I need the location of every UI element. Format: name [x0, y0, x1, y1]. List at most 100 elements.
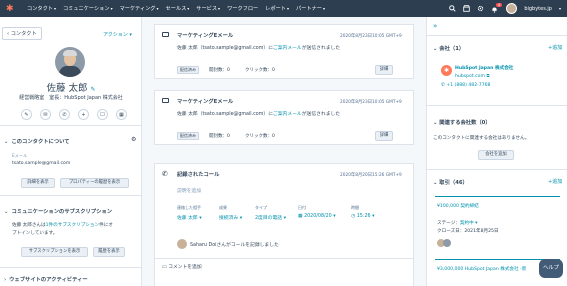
nav-automation[interactable]: ワークフロー — [227, 5, 258, 12]
actions-dropdown[interactable]: アクション ▾ — [103, 31, 132, 38]
chevron-down-icon: ⌄ — [4, 139, 9, 145]
hubspot-logo-icon[interactable]: ✱ — [6, 4, 20, 14]
property-history-button[interactable]: プロパティーの履歴を表示 — [60, 178, 129, 188]
subscription-section-header[interactable]: ⌄ コミュニケーションのサブスクリプション — [4, 207, 112, 215]
nav-conversations[interactable]: コミュニケーション▾ — [63, 5, 113, 12]
clicks-count: クリック数：0 — [245, 134, 275, 139]
card-title: マーケティングEメール — [177, 33, 234, 39]
about-section-header[interactable]: ⌄ このコンタクトについて — [4, 137, 70, 145]
date-picker[interactable]: ▦ 2020/08/20 ▾ — [298, 214, 336, 219]
card-body: 佐藤 太郎（tsato.sample@gmail.com）にご案内メールが送信さ… — [177, 46, 341, 51]
time-picker[interactable]: ◷ 15:26 ▾ — [351, 214, 375, 219]
gear-icon[interactable]: ⚙ — [131, 136, 136, 143]
contact-avatar — [55, 47, 85, 77]
company-logo-icon: ✱ — [441, 65, 452, 76]
no-companies-text: このコンタクトに関連する会社はありません。 — [433, 136, 530, 141]
help-button[interactable]: ヘルプ — [539, 259, 563, 278]
nav-marketing[interactable]: マーケティング▾ — [120, 5, 159, 12]
chevron-down-icon: ▾ — [239, 216, 243, 221]
phone-icon: ✆ — [162, 170, 168, 178]
status-badge: 配信済み — [177, 66, 199, 74]
details-button[interactable]: 詳細 — [375, 65, 393, 75]
company-section-header[interactable]: ⌄ 会社（1） — [433, 44, 464, 52]
search-icon[interactable] — [449, 5, 456, 12]
email-link[interactable]: ご案内メール — [273, 112, 302, 117]
pencil-icon[interactable]: ✎ — [91, 86, 96, 93]
deal-title-link[interactable]: ¥3,000,000 HubSpot Japan 株式会社 -新 — [437, 266, 526, 272]
related-companies-header[interactable]: ⌄ 関連する会社数（0） — [433, 118, 491, 126]
email-icon[interactable]: ✉ — [40, 109, 51, 120]
envelope-icon — [162, 98, 169, 103]
note-icon[interactable]: ✎ — [21, 109, 32, 120]
field-label: タイプ — [255, 205, 267, 210]
contact-sidebar: ‹ コンタクト アクション ▾ 佐藤 太郎 ✎ 経営戦略室 室長：HubSpot… — [0, 17, 142, 286]
call-icon[interactable]: ✆ — [59, 109, 70, 120]
deal-title-link[interactable]: ¥100,000 契約締結 — [437, 203, 479, 209]
envelope-icon — [162, 32, 169, 37]
double-chevron-right-icon[interactable]: » — [433, 22, 437, 30]
chevron-down-icon: ▾ — [283, 216, 286, 221]
contact-action-icons: ✎ ✉ ✆ + ☐ ▦ — [21, 109, 127, 120]
nav-service[interactable]: サービス▾ — [196, 5, 220, 12]
website-activity-header[interactable]: › ウェブサイトのアクティビティー — [4, 275, 88, 283]
nav-sales[interactable]: セールス▾ — [166, 5, 190, 12]
bell-icon[interactable] — [491, 6, 498, 13]
chevron-right-icon: › — [4, 277, 7, 283]
contact-job-title: 経営戦略室 室長：HubSpot Japan 株式会社 — [19, 95, 123, 101]
subscription-link[interactable]: 1件のサブスクリプション — [46, 223, 99, 228]
deal-close-date: クローズ日：2021年8月25日 — [437, 229, 499, 234]
details-button[interactable]: 詳細 — [375, 131, 393, 141]
nav-partner[interactable]: パートナー▾ — [296, 5, 325, 12]
task-icon[interactable]: ☐ — [97, 109, 108, 120]
nav-reports[interactable]: レポート▾ — [265, 5, 289, 12]
chevron-down-icon[interactable]: ▾ — [559, 6, 561, 11]
view-details-button[interactable]: 詳細を表示 — [21, 178, 55, 188]
deal-stage: ステージ：契約中 ▾ — [437, 221, 478, 226]
email-label: Eメール — [12, 153, 28, 158]
field-label: 日付 — [298, 205, 306, 210]
add-deal-link[interactable]: +追加 — [548, 178, 562, 185]
nav-contacts[interactable]: コンタクト▾ — [27, 5, 56, 12]
field-label: 連絡した相手 — [177, 205, 201, 210]
subscription-text-2: プトインしています。 — [12, 231, 58, 236]
activity-timeline: マーケティングEメール 2020年8月23日10:05 GMT+9 佐藤 太郎（… — [142, 17, 426, 286]
email-value[interactable]: tsato.sample@gmail.com — [12, 161, 70, 166]
contacted-dropdown[interactable]: 佐藤 太郎 ▾ — [177, 214, 202, 221]
card-date: 2020年8月20日15:26 GMT+9 — [340, 173, 402, 178]
view-subscription-button[interactable]: サブスクリプションを表示 — [21, 247, 88, 257]
clicks-count: クリック数：0 — [245, 68, 275, 73]
email-activity-card: マーケティングEメール 2020年8月23日10:05 GMT+9 佐藤 太郎（… — [154, 90, 414, 145]
meeting-icon[interactable]: ▦ — [116, 109, 127, 120]
marketplace-icon[interactable] — [463, 5, 471, 12]
card-date: 2020年8月23日10:05 GMT+9 — [340, 34, 402, 39]
email-link[interactable]: ご案内メール — [273, 46, 302, 51]
company-name-link[interactable]: HubSpot Japan 株式会社 — [455, 65, 513, 71]
view-history-button[interactable]: 履歴を表示 — [93, 247, 125, 257]
field-label: 時間 — [351, 205, 359, 210]
add-comment-link[interactable]: ▭ コメントを追加 — [162, 263, 202, 270]
add-company-link[interactable]: +追加 — [548, 44, 562, 51]
outcome-dropdown[interactable]: 接続済み ▾ — [219, 214, 242, 221]
user-avatar[interactable] — [506, 3, 518, 14]
back-to-contacts-button[interactable]: ‹ コンタクト — [2, 27, 42, 40]
gear-icon[interactable] — [477, 5, 484, 12]
external-link-icon: ⧉ — [486, 74, 490, 79]
logged-by-text: Saharu Doiさんがコールを記録しました — [190, 243, 279, 248]
chevron-down-icon: ▾ — [475, 221, 478, 226]
avatar — [443, 239, 451, 247]
company-domain-link[interactable]: hubspot.com ⧉ — [455, 73, 490, 79]
add-company-button[interactable]: 会社を追加 — [478, 150, 514, 160]
deal-stage-dropdown[interactable]: 契約中 ▾ — [460, 221, 478, 226]
company-phone[interactable]: ✆ +1 (888) 482-7768 — [441, 83, 490, 88]
email-activity-card: マーケティングEメール 2020年8月23日10:05 GMT+9 佐藤 太郎（… — [154, 24, 414, 79]
call-description-input[interactable]: 説明を追加 — [177, 187, 201, 194]
call-type-dropdown[interactable]: 2度目の電話 ▾ — [255, 214, 286, 221]
deals-section-header[interactable]: ⌄ 取引（46） — [433, 178, 468, 186]
add-icon[interactable]: + — [78, 109, 89, 120]
avatar — [177, 239, 187, 249]
chevron-down-icon: ▾ — [333, 214, 336, 219]
account-name[interactable]: bigbytes.jp — [524, 6, 552, 12]
notification-badge: 4 — [496, 2, 502, 7]
associations-sidebar: » ⌄ 会社（1） +追加 ✱ HubSpot Japan 株式会社 hubsp… — [426, 17, 567, 286]
call-activity-card: ✆ 記録されたコール 2020年8月20日15:26 GMT+9 説明を追加 連… — [154, 163, 414, 286]
